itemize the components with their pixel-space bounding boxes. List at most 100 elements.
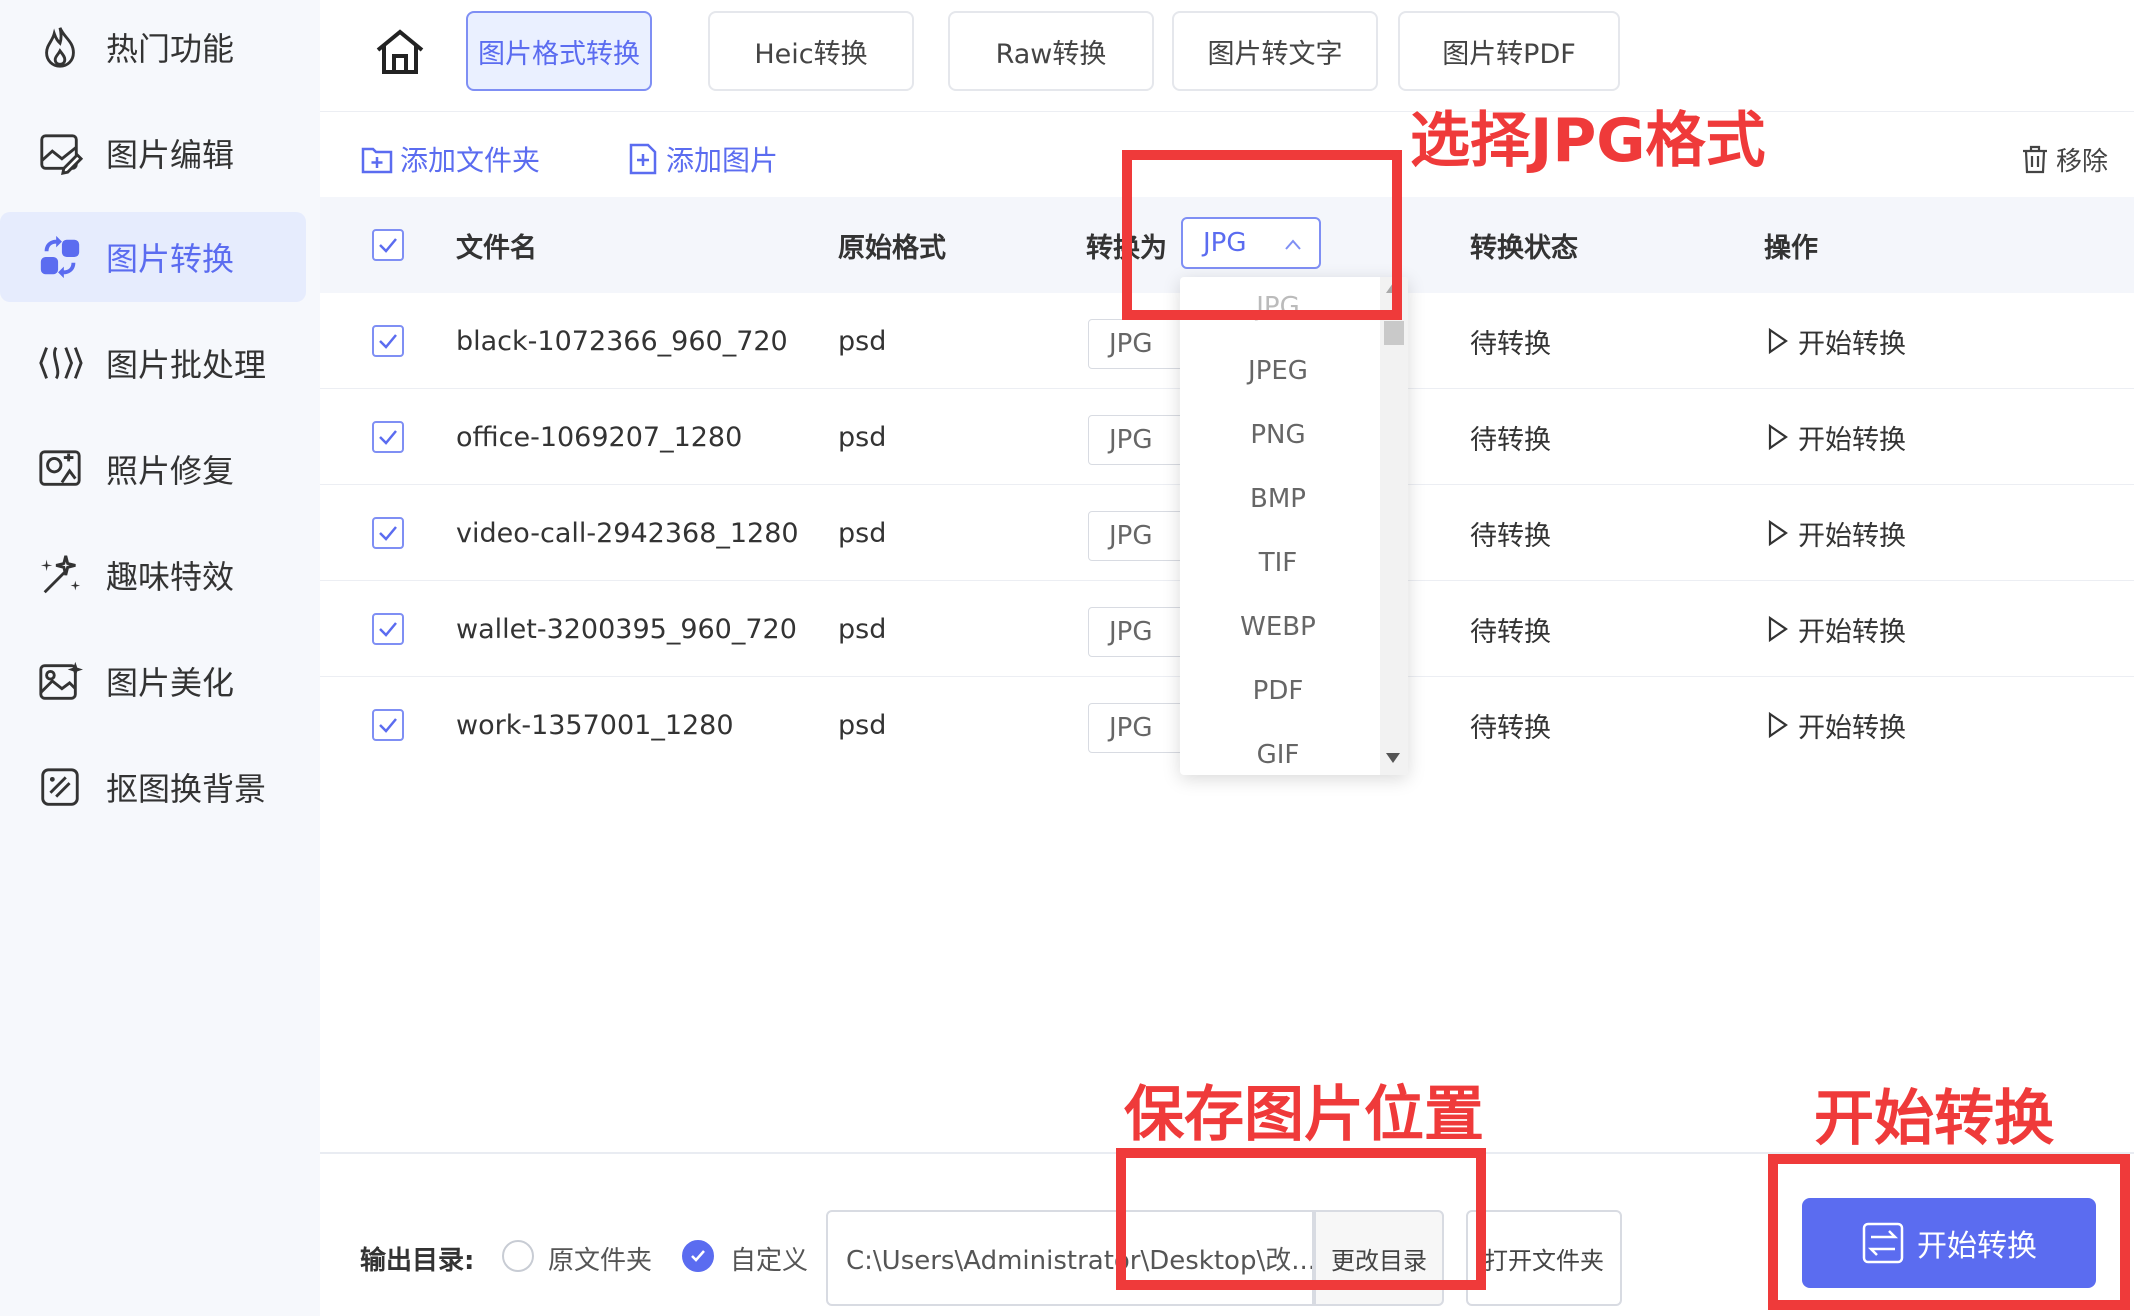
row-target-select[interactable]: JPG xyxy=(1088,319,1188,369)
row-status: 待转换 xyxy=(1470,616,1551,648)
tab-raw-convert[interactable]: Raw转换 xyxy=(948,11,1154,91)
dropdown-option-png[interactable]: PNG xyxy=(1180,403,1376,467)
cutout-icon xyxy=(36,763,84,811)
row-filename: wallet-3200395_960_720 xyxy=(456,613,797,645)
checkmark-icon xyxy=(379,526,397,541)
sidebar-item-beautify[interactable]: 图片美化 xyxy=(0,636,306,726)
row-filename: work-1357001_1280 xyxy=(456,709,734,741)
photo-repair-icon xyxy=(36,445,84,493)
row-target-select[interactable]: JPG xyxy=(1088,415,1188,465)
dropdown-option-webp[interactable]: WEBP xyxy=(1180,595,1376,659)
header-status: 转换状态 xyxy=(1470,232,1578,264)
tab-image-to-pdf[interactable]: 图片转PDF xyxy=(1398,11,1620,91)
checkmark-icon xyxy=(379,718,397,733)
header-action: 操作 xyxy=(1764,232,1818,264)
row-start-button[interactable]: 开始转换 xyxy=(1766,677,1906,773)
row-filename: black-1072366_960_720 xyxy=(456,325,788,357)
flame-icon xyxy=(36,23,84,71)
annotation-box-path xyxy=(1116,1148,1486,1290)
radio-custom-label: 自定义 xyxy=(730,1246,809,1276)
trash-icon xyxy=(2022,145,2047,174)
checkmark-icon xyxy=(379,430,397,445)
convert-icon xyxy=(36,233,84,281)
row-checkbox[interactable] xyxy=(372,613,404,645)
row-format: psd xyxy=(838,421,887,453)
row-format: psd xyxy=(838,325,887,357)
radio-original-folder[interactable] xyxy=(502,1240,534,1272)
scrollbar-thumb[interactable] xyxy=(1384,321,1404,345)
checkmark-icon xyxy=(691,1250,705,1262)
play-icon xyxy=(1768,615,1788,643)
row-status: 待转换 xyxy=(1470,712,1551,744)
dropdown-option-pdf[interactable]: PDF xyxy=(1180,659,1376,723)
row-checkbox[interactable] xyxy=(372,421,404,453)
dropdown-scrollbar[interactable] xyxy=(1380,277,1408,775)
sidebar-item-image-edit[interactable]: 图片编辑 xyxy=(0,108,306,198)
row-status: 待转换 xyxy=(1470,520,1551,552)
sparkle-icon xyxy=(36,551,84,599)
add-folder-button[interactable]: 添加文件夹 xyxy=(360,135,540,183)
header-filename: 文件名 xyxy=(456,232,537,264)
play-icon xyxy=(1768,327,1788,355)
sidebar-item-photo-repair[interactable]: 照片修复 xyxy=(0,424,306,514)
sidebar-item-label: 照片修复 xyxy=(106,452,235,490)
row-start-button[interactable]: 开始转换 xyxy=(1766,389,1906,485)
dropdown-option-tif[interactable]: TIF xyxy=(1180,531,1376,595)
row-format: psd xyxy=(838,613,887,645)
row-format: psd xyxy=(838,517,887,549)
row-filename: video-call-2942368_1280 xyxy=(456,517,799,549)
annotation-save-location: 保存图片位置 xyxy=(1124,1080,1484,1150)
sidebar-item-fun-effects[interactable]: 趣味特效 xyxy=(0,530,306,620)
row-checkbox[interactable] xyxy=(372,517,404,549)
annotation-box-format xyxy=(1122,150,1402,320)
home-icon[interactable] xyxy=(372,24,428,80)
remove-button[interactable]: 移除 xyxy=(2020,135,2108,183)
sidebar-item-label: 热门功能 xyxy=(106,30,235,68)
dropdown-option-gif[interactable]: GIF xyxy=(1180,723,1376,775)
radio-original-label: 原文件夹 xyxy=(548,1246,653,1276)
select-all-checkbox[interactable] xyxy=(372,229,404,261)
sidebar-item-cutout[interactable]: 抠图换背景 xyxy=(0,742,306,832)
sidebar: 热门功能 图片编辑 图片转换 图片批处理 照片修复 趣味特效 图片美化 抠图换背… xyxy=(0,0,320,1316)
row-start-button[interactable]: 开始转换 xyxy=(1766,293,1906,389)
row-format: psd xyxy=(838,709,887,741)
row-checkbox[interactable] xyxy=(372,709,404,741)
dropdown-option-bmp[interactable]: BMP xyxy=(1180,467,1376,531)
play-icon xyxy=(1768,519,1788,547)
tab-image-format-convert[interactable]: 图片格式转换 xyxy=(466,11,652,91)
sidebar-item-label: 图片转换 xyxy=(106,240,235,278)
row-checkbox[interactable] xyxy=(372,325,404,357)
radio-custom[interactable] xyxy=(682,1240,714,1272)
row-status: 待转换 xyxy=(1470,328,1551,360)
beautify-icon xyxy=(36,657,84,705)
annotation-start-convert: 开始转换 xyxy=(1814,1084,2054,1154)
sidebar-item-hot-features[interactable]: 热门功能 xyxy=(0,2,306,92)
sidebar-item-label: 图片批处理 xyxy=(106,346,267,384)
checkmark-icon xyxy=(379,622,397,637)
sidebar-item-batch[interactable]: 图片批处理 xyxy=(0,318,306,408)
row-target-select[interactable]: JPG xyxy=(1088,607,1188,657)
play-icon xyxy=(1768,423,1788,451)
tab-heic-convert[interactable]: Heic转换 xyxy=(708,11,914,91)
sidebar-item-label: 图片编辑 xyxy=(106,136,235,174)
checkmark-icon xyxy=(379,334,397,349)
dropdown-option-jpeg[interactable]: JPEG xyxy=(1180,339,1376,403)
play-icon xyxy=(1768,711,1788,739)
checkmark-icon xyxy=(379,238,397,253)
sidebar-item-image-convert[interactable]: 图片转换 xyxy=(0,212,306,302)
row-target-select[interactable]: JPG xyxy=(1088,511,1188,561)
image-edit-icon xyxy=(36,129,84,177)
sidebar-item-label: 图片美化 xyxy=(106,664,235,702)
add-image-button[interactable]: 添加图片 xyxy=(626,135,778,183)
open-folder-button[interactable]: 打开文件夹 xyxy=(1466,1210,1622,1306)
add-image-icon xyxy=(629,143,657,175)
tab-image-to-text[interactable]: 图片转文字 xyxy=(1172,11,1378,91)
header-original-format: 原始格式 xyxy=(838,232,946,264)
format-dropdown-menu: JPG JPEG PNG BMP TIF WEBP PDF GIF xyxy=(1180,277,1408,775)
row-target-select[interactable]: JPG xyxy=(1088,703,1188,753)
row-status: 待转换 xyxy=(1470,424,1551,456)
row-start-button[interactable]: 开始转换 xyxy=(1766,485,1906,581)
row-start-button[interactable]: 开始转换 xyxy=(1766,581,1906,677)
row-filename: office-1069207_1280 xyxy=(456,421,743,453)
scroll-down-icon[interactable] xyxy=(1386,753,1400,763)
